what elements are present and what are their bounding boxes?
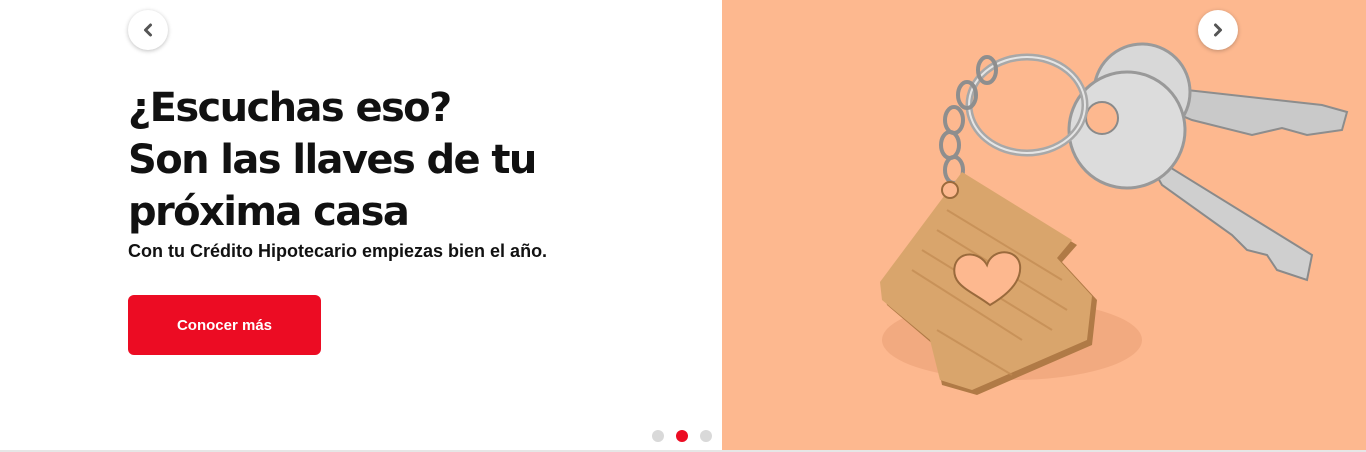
slide-content-panel: ¿Escuchas eso? Son las llaves de tu próx… (0, 0, 722, 450)
carousel-dot-1[interactable] (652, 430, 664, 442)
headline-line-2: Son las llaves de tu (128, 137, 537, 183)
carousel-dot-2[interactable] (676, 430, 688, 442)
slide-subtitle: Con tu Crédito Hipotecario empiezas bien… (128, 241, 548, 261)
chevron-left-icon (144, 23, 152, 37)
headline-line-3: próxima casa (128, 189, 410, 235)
slide-headline: ¿Escuchas eso? Son las llaves de tu próx… (128, 82, 688, 238)
slide-image (722, 0, 1366, 450)
house-keychain-illustration (880, 42, 1349, 395)
carousel-prev-button[interactable] (128, 10, 168, 50)
carousel-next-button[interactable] (1198, 10, 1238, 50)
carousel-dot-3[interactable] (700, 430, 712, 442)
conocer-mas-button[interactable]: Conocer más (128, 295, 321, 355)
headline-line-1: ¿Escuchas eso? (128, 85, 452, 131)
carousel-pagination (652, 430, 712, 442)
hero-carousel: ¿Escuchas eso? Son las llaves de tu próx… (0, 0, 1366, 450)
chevron-right-icon (1214, 23, 1222, 37)
